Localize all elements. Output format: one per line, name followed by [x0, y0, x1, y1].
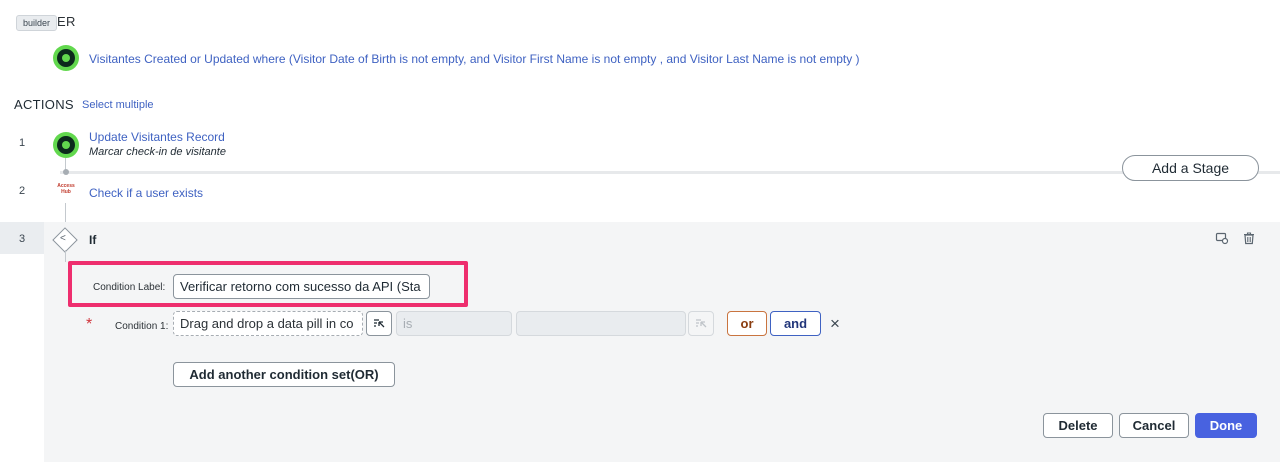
step-connector — [65, 250, 66, 262]
step-title-link[interactable]: Check if a user exists — [89, 186, 203, 200]
cancel-button[interactable]: Cancel — [1119, 413, 1189, 438]
trigger-title: ER — [57, 14, 76, 29]
tooltip: builder — [16, 15, 58, 31]
step-number: 2 — [19, 185, 26, 197]
select-multiple-link[interactable]: Select multiple — [82, 99, 154, 111]
required-marker: * — [86, 316, 93, 333]
trigger-description-link[interactable]: Visitantes Created or Updated where (Vis… — [89, 52, 860, 66]
app-icon — [53, 45, 79, 71]
condition-1-label: Condition 1: — [115, 321, 169, 332]
data-pill-picker-button[interactable] — [366, 311, 392, 336]
condition-label-input[interactable]: Verificar retorno com sucesso da API (St… — [173, 274, 430, 299]
value-field[interactable] — [516, 311, 686, 336]
data-pill-drop-field[interactable]: Drag and drop a data pill in co — [173, 311, 363, 336]
or-button[interactable]: or — [727, 311, 767, 336]
data-pill-picker-icon — [373, 318, 384, 327]
operator-select[interactable]: is — [396, 311, 512, 336]
step-subtitle: Marcar check-in de visitante — [89, 146, 226, 158]
add-stage-button[interactable]: Add a Stage — [1122, 155, 1259, 181]
data-pill-picker-icon — [695, 318, 706, 327]
step-connector — [65, 203, 66, 222]
trash-icon[interactable] — [1242, 231, 1256, 245]
step-title-link[interactable]: Update Visitantes Record — [89, 130, 225, 144]
if-title: If — [89, 233, 97, 247]
done-button[interactable]: Done — [1195, 413, 1257, 438]
close-icon[interactable]: × — [830, 314, 840, 334]
stage-track — [60, 171, 1280, 174]
step-number: 1 — [19, 137, 26, 149]
condition-label-text: Condition Label: — [93, 282, 166, 293]
value-pill-picker-button[interactable] — [688, 311, 714, 336]
delete-button[interactable]: Delete — [1043, 413, 1113, 438]
add-condition-set-button[interactable]: Add another condition set(OR) — [173, 362, 395, 387]
copy-icon[interactable] — [1215, 231, 1229, 245]
stage-track-dot — [63, 169, 69, 175]
actions-title: ACTIONS — [14, 97, 74, 112]
step-number: 3 — [19, 233, 26, 245]
if-branch-glyph: < — [60, 233, 66, 244]
app-icon — [53, 132, 79, 158]
and-button[interactable]: and — [770, 311, 821, 336]
access-hub-icon: Access Hub — [57, 183, 75, 195]
